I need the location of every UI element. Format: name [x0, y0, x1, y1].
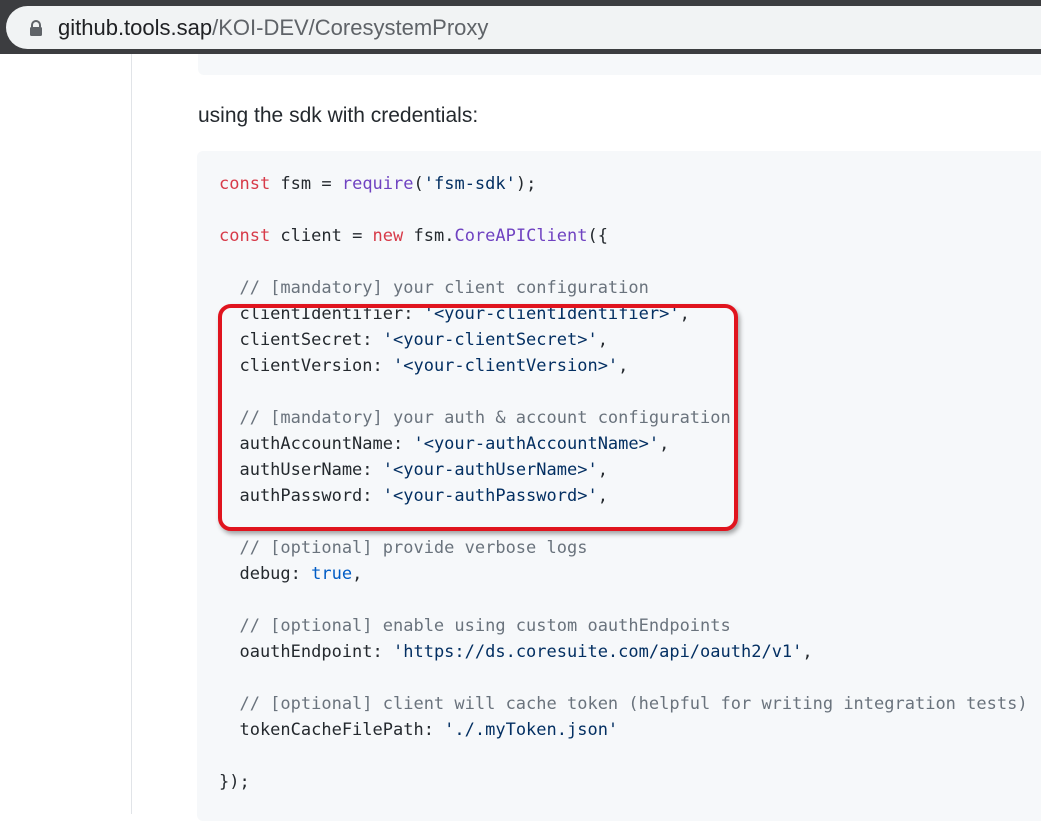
code-token: 'https://ds.coresuite.com/api/oauth2/v1' — [393, 642, 803, 662]
code-token: '<your-clientVersion>' — [393, 356, 619, 376]
code-token: const — [219, 174, 271, 194]
code-line: authUserName: '<your-authUserName>', — [219, 457, 1028, 483]
code-line: clientVersion: '<your-clientVersion>', — [219, 353, 1028, 379]
code-comment: // [optional] provide verbose logs — [219, 538, 588, 558]
code-token: authUserName: — [219, 460, 383, 480]
code-token: ( — [413, 174, 424, 194]
code-token: 'fsm-sdk' — [423, 174, 516, 194]
code-token: , — [679, 304, 690, 324]
code-line: clientIdentifier: '<your-clientIdentifie… — [219, 301, 1028, 327]
code-token: , — [352, 564, 363, 584]
code-token: authPassword: — [219, 486, 383, 506]
code-token: client = — [270, 226, 373, 246]
url-host: github.tools.sap — [58, 15, 213, 40]
code-line: oauthEndpoint: 'https://ds.coresuite.com… — [219, 639, 1028, 665]
code-token: , — [597, 460, 608, 480]
code-token: './.myToken.json' — [444, 720, 619, 740]
code-token: , — [659, 434, 670, 454]
address-bar[interactable]: github.tools.sap/KOI-DEV/CoresystemProxy — [6, 6, 1041, 49]
code-token: '<your-clientIdentifier>' — [423, 304, 680, 324]
code-token: '<your-authPassword>' — [382, 486, 598, 506]
code-token: require — [341, 174, 414, 194]
code-comment: // [mandatory] your client configuration — [219, 278, 649, 298]
code-token: '<your-clientSecret>' — [382, 330, 598, 350]
code-line: debug: true, — [219, 561, 1028, 587]
code-token: fsm. — [403, 226, 455, 246]
code-comment: // [optional] client will cache token (h… — [219, 694, 1028, 714]
code-line: authAccountName: '<your-authAccountName>… — [219, 431, 1028, 457]
code-token: true — [311, 564, 353, 584]
code-token: new — [372, 226, 404, 246]
code-token: const — [219, 226, 271, 246]
code-line: const client = new fsm.CoreAPIClient({ — [219, 223, 1028, 249]
repository-readme: using the sdk with credentials: const fs… — [0, 54, 1041, 821]
code-comment: // [mandatory] your auth & account confi… — [219, 408, 731, 428]
code-token: oauthEndpoint: — [219, 642, 393, 662]
code-line: authPassword: '<your-authPassword>', — [219, 483, 1028, 509]
code-token: , — [802, 642, 813, 662]
previous-code-block — [198, 54, 1041, 75]
content-divider — [131, 54, 132, 814]
url-text[interactable]: github.tools.sap/KOI-DEV/CoresystemProxy — [58, 16, 488, 40]
code-token: '<your-authUserName>' — [382, 460, 598, 480]
browser-toolbar: github.tools.sap/KOI-DEV/CoresystemProxy — [0, 0, 1041, 54]
code-line: clientSecret: '<your-clientSecret>', — [219, 327, 1028, 353]
url-path: /KOI-DEV/CoresystemProxy — [212, 15, 489, 40]
code-token: fsm = — [270, 174, 342, 194]
code-token: clientVersion: — [219, 356, 393, 376]
code-token: , — [597, 330, 608, 350]
code-line: const fsm = require('fsm-sdk'); — [219, 171, 1028, 197]
intro-paragraph: using the sdk with credentials: — [198, 104, 479, 127]
code-token: ({ — [587, 226, 608, 246]
code-token: authAccountName: — [219, 434, 414, 454]
code-token: '<your-authAccountName>' — [413, 434, 660, 454]
code-token: , — [597, 486, 608, 506]
code-content: const fsm = require('fsm-sdk'); const cli… — [219, 171, 1028, 795]
code-token: clientSecret: — [219, 330, 383, 350]
code-line: tokenCacheFilePath: './.myToken.json' — [219, 717, 1028, 743]
lock-icon[interactable] — [28, 20, 44, 37]
code-token: CoreAPIClient — [454, 226, 588, 246]
code-block[interactable]: const fsm = require('fsm-sdk'); const cli… — [197, 151, 1041, 821]
code-comment: // [optional] enable using custom oauthE… — [219, 616, 731, 636]
code-token: clientIdentifier: — [219, 304, 424, 324]
code-token: tokenCacheFilePath: — [219, 720, 445, 740]
code-token: debug: — [219, 564, 312, 584]
code-token: , — [618, 356, 629, 376]
code-line: }); — [219, 772, 250, 792]
code-token: ); — [515, 174, 537, 194]
